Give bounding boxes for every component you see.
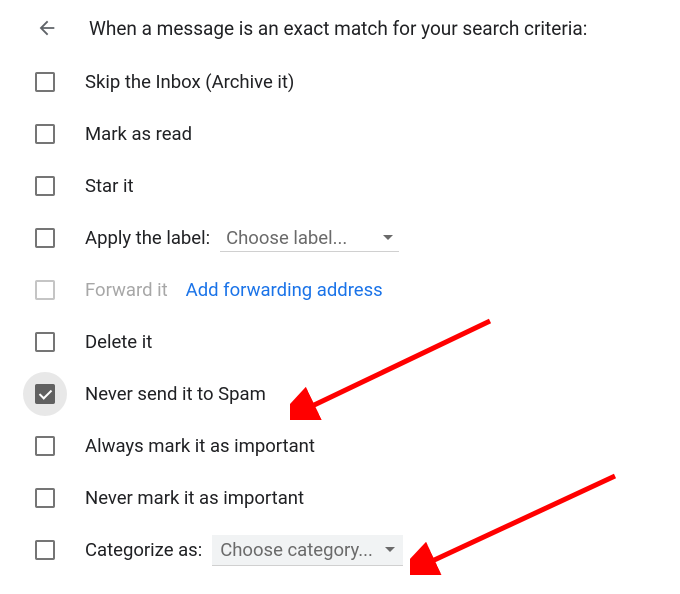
header-title: When a message is an exact match for you…: [89, 17, 587, 40]
checkbox-delete-it[interactable]: [35, 332, 55, 352]
caret-down-icon: [383, 235, 393, 240]
option-skip-inbox: Skip the Inbox (Archive it): [0, 56, 680, 108]
checkbox-never-important[interactable]: [35, 488, 55, 508]
categorize-dropdown[interactable]: Choose category...: [212, 535, 403, 566]
label-apply-label: Apply the label:: [85, 227, 210, 249]
checkbox-forward-it[interactable]: [35, 280, 55, 300]
option-forward-it: Forward it Add forwarding address: [0, 264, 680, 316]
checkbox-apply-label[interactable]: [35, 228, 55, 248]
label-skip-inbox: Skip the Inbox (Archive it): [85, 71, 294, 93]
label-mark-read: Mark as read: [85, 123, 192, 145]
checkbox-categorize-as[interactable]: [35, 540, 55, 560]
label-forward-it: Forward it: [85, 279, 168, 301]
checkbox-skip-inbox[interactable]: [35, 72, 55, 92]
checkbox-mark-read[interactable]: [35, 124, 55, 144]
option-never-spam: Never send it to Spam: [0, 368, 680, 420]
option-star-it: Star it: [0, 160, 680, 212]
label-always-important: Always mark it as important: [85, 435, 315, 457]
option-always-important: Always mark it as important: [0, 420, 680, 472]
option-mark-read: Mark as read: [0, 108, 680, 160]
dialog-header: When a message is an exact match for you…: [0, 0, 680, 48]
apply-label-dropdown-text: Choose label...: [226, 227, 347, 249]
arrow-left-icon: [36, 17, 58, 39]
checkbox-star-it[interactable]: [35, 176, 55, 196]
option-apply-label: Apply the label: Choose label...: [0, 212, 680, 264]
option-never-important: Never mark it as important: [0, 472, 680, 524]
apply-label-dropdown[interactable]: Choose label...: [220, 225, 399, 252]
filter-options: Skip the Inbox (Archive it) Mark as read…: [0, 48, 680, 576]
label-star-it: Star it: [85, 175, 134, 197]
label-delete-it: Delete it: [85, 331, 152, 353]
categorize-dropdown-text: Choose category...: [220, 539, 373, 561]
option-delete-it: Delete it: [0, 316, 680, 368]
option-categorize-as: Categorize as: Choose category...: [0, 524, 680, 576]
label-never-spam: Never send it to Spam: [85, 383, 266, 405]
checkbox-never-spam[interactable]: [35, 384, 55, 404]
label-categorize-as: Categorize as:: [85, 539, 202, 561]
caret-down-icon: [385, 547, 395, 552]
label-never-important: Never mark it as important: [85, 487, 304, 509]
checkbox-always-important[interactable]: [35, 436, 55, 456]
add-forwarding-link[interactable]: Add forwarding address: [186, 279, 383, 301]
back-button[interactable]: [35, 16, 59, 40]
